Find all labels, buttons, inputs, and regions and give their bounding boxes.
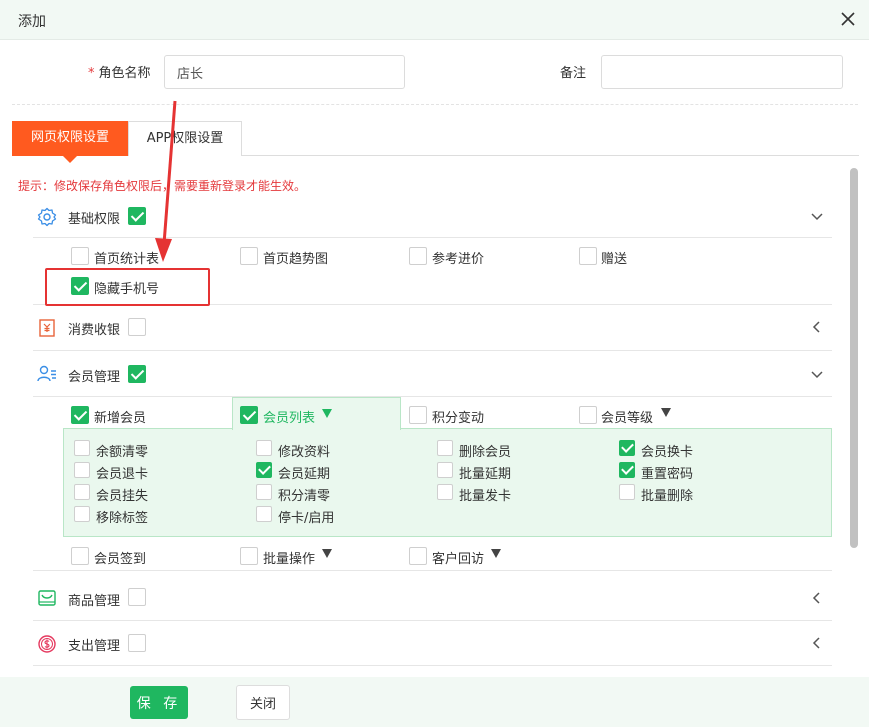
section-basic-checkbox[interactable] xyxy=(128,207,146,225)
role-name-label-text: 角色名称 xyxy=(98,66,151,81)
checkbox-batch-issue[interactable] xyxy=(437,484,453,500)
checkbox-delete-member[interactable] xyxy=(437,440,453,456)
label-report-loss: 会员挂失 xyxy=(96,489,149,504)
checkbox-add-member[interactable] xyxy=(71,406,89,424)
label-balance-clear: 余额清零 xyxy=(96,445,149,460)
section-cashier-checkbox[interactable] xyxy=(128,318,146,336)
remark-input[interactable] xyxy=(601,55,843,89)
dialog-title: 添加 xyxy=(18,14,46,30)
save-button[interactable]: 保 存 xyxy=(130,686,188,719)
checkbox-batch-ops[interactable] xyxy=(240,547,258,565)
remark-label: 备注 xyxy=(560,66,587,81)
permission-tabs: 网页权限设置 APP权限设置 xyxy=(12,121,859,163)
label-points-change: 积分变动 xyxy=(432,411,485,426)
section-expense-checkbox[interactable] xyxy=(128,634,146,652)
checkbox-points-change[interactable] xyxy=(409,406,427,424)
label-batch-issue: 批量发卡 xyxy=(459,489,512,504)
coin-icon xyxy=(38,635,56,653)
section-goods: 商品管理 xyxy=(33,576,832,621)
chevron-down-icon[interactable] xyxy=(810,367,824,381)
triangle-down-icon[interactable] xyxy=(322,549,332,558)
section-goods-checkbox[interactable] xyxy=(128,588,146,606)
checkbox-points-clear[interactable] xyxy=(256,484,272,500)
label-member-list: 会员列表 xyxy=(263,411,316,426)
checkbox-home-stats[interactable] xyxy=(71,247,89,265)
checkbox-remove-tag[interactable] xyxy=(74,506,90,522)
label-gift: 赠送 xyxy=(601,252,628,267)
section-member-checkbox[interactable] xyxy=(128,365,146,383)
checkbox-balance-clear[interactable] xyxy=(74,440,90,456)
checkbox-batch-extend[interactable] xyxy=(437,462,453,478)
label-batch-ops: 批量操作 xyxy=(263,552,316,567)
label-ref-price: 参考进价 xyxy=(432,252,485,267)
checkbox-edit-info[interactable] xyxy=(256,440,272,456)
triangle-down-icon[interactable] xyxy=(661,408,671,417)
checkbox-change-card[interactable] xyxy=(619,440,635,456)
label-suspend-enable: 停卡/启用 xyxy=(278,511,335,526)
label-member-checkin: 会员签到 xyxy=(94,552,147,567)
tab-app-permissions[interactable]: APP权限设置 xyxy=(128,121,242,156)
checkbox-member-level[interactable] xyxy=(579,406,597,424)
divider xyxy=(12,104,858,105)
close-button[interactable]: 关闭 xyxy=(236,685,290,720)
member-icon xyxy=(37,365,56,382)
tab-web-permissions[interactable]: 网页权限设置 xyxy=(12,121,128,163)
label-member-level: 会员等级 xyxy=(601,411,654,426)
checkbox-member-checkin[interactable] xyxy=(71,547,89,565)
checkbox-home-trend[interactable] xyxy=(240,247,258,265)
required-mark: * xyxy=(88,66,95,81)
chevron-left-icon[interactable] xyxy=(810,320,824,334)
checkbox-customer-visit[interactable] xyxy=(409,547,427,565)
label-customer-visit: 客户回访 xyxy=(432,552,485,567)
checkbox-reset-password[interactable] xyxy=(619,462,635,478)
chevron-left-icon[interactable] xyxy=(810,591,824,605)
label-points-clear: 积分清零 xyxy=(278,489,331,504)
section-cashier: 消费收银 xyxy=(33,305,832,351)
close-icon[interactable] xyxy=(839,10,857,28)
checkbox-gift[interactable] xyxy=(579,247,597,265)
triangle-down-icon[interactable] xyxy=(491,549,501,558)
chevron-left-icon[interactable] xyxy=(810,636,824,650)
section-expense-title: 支出管理 xyxy=(68,639,121,654)
label-home-trend: 首页趋势图 xyxy=(263,252,329,267)
label-remove-tag: 移除标签 xyxy=(96,511,149,526)
label-refund-card: 会员退卡 xyxy=(96,467,149,482)
label-batch-extend: 批量延期 xyxy=(459,467,512,482)
checkbox-ref-price[interactable] xyxy=(409,247,427,265)
label-add-member: 新增会员 xyxy=(94,411,147,426)
label-delete-member: 删除会员 xyxy=(459,445,512,460)
checkbox-suspend-enable[interactable] xyxy=(256,506,272,522)
gear-icon xyxy=(37,207,57,227)
label-batch-delete: 批量删除 xyxy=(641,489,694,504)
checkbox-extend[interactable] xyxy=(256,462,272,478)
label-reset-password: 重置密码 xyxy=(641,467,694,482)
triangle-down-icon[interactable] xyxy=(322,409,332,418)
checkbox-batch-delete[interactable] xyxy=(619,484,635,500)
section-divider xyxy=(33,396,832,397)
goods-icon xyxy=(38,590,56,606)
section-goods-title: 商品管理 xyxy=(68,594,121,609)
label-edit-info: 修改资料 xyxy=(278,445,331,460)
role-name-input[interactable] xyxy=(164,55,405,89)
checkbox-member-list[interactable] xyxy=(240,406,258,424)
section-expense: 支出管理 xyxy=(33,621,832,666)
checkbox-report-loss[interactable] xyxy=(74,484,90,500)
section-basic-title: 基础权限 xyxy=(68,212,121,227)
section-member-title: 会员管理 xyxy=(68,370,121,385)
receipt-icon xyxy=(39,319,55,337)
label-extend: 会员延期 xyxy=(278,467,331,482)
annotation-highlight-box xyxy=(45,268,210,306)
section-divider xyxy=(33,237,832,238)
section-cashier-title: 消费收银 xyxy=(68,323,121,338)
role-name-label: * 角色名称 xyxy=(88,62,151,81)
scrollbar[interactable] xyxy=(850,168,858,548)
checkbox-refund-card[interactable] xyxy=(74,462,90,478)
chevron-down-icon[interactable] xyxy=(810,209,824,223)
label-home-stats: 首页统计表 xyxy=(94,252,160,267)
dialog-titlebar: 添加 xyxy=(0,0,869,40)
label-change-card: 会员换卡 xyxy=(641,445,694,460)
